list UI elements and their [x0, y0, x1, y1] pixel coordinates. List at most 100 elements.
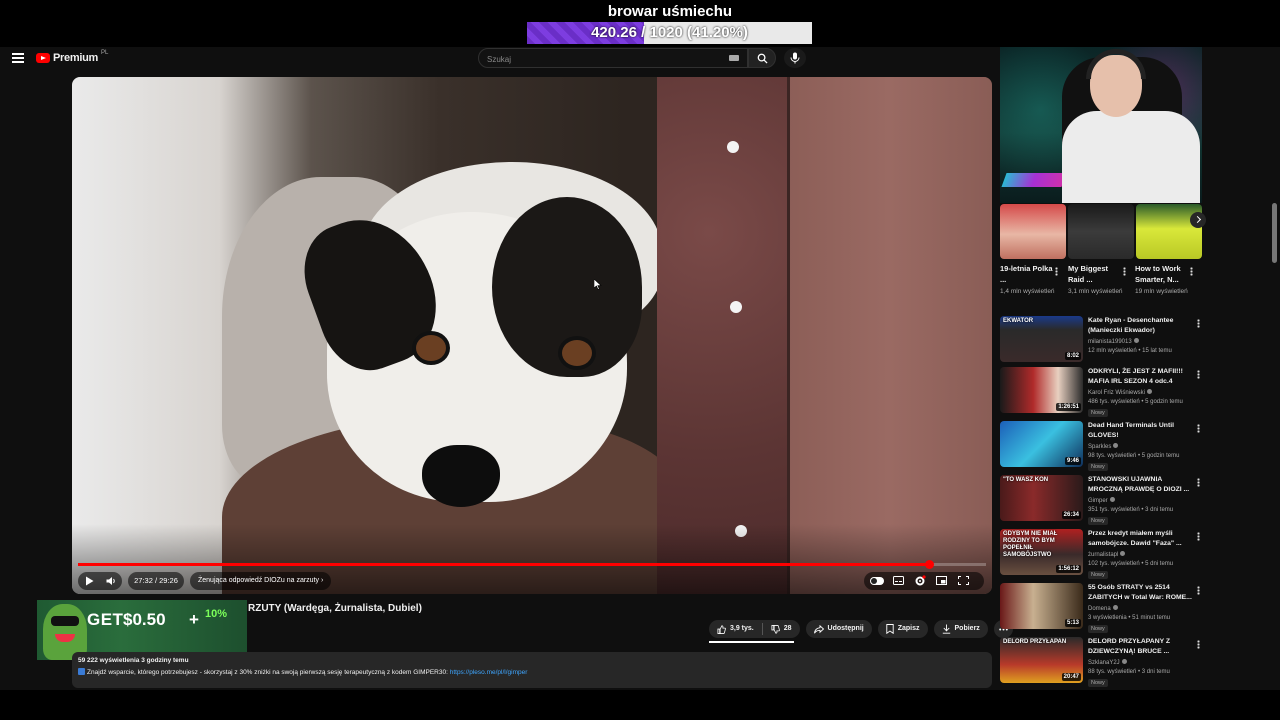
- short-title[interactable]: My Biggest Raid ...: [1068, 263, 1126, 285]
- more-vert-icon[interactable]: [1197, 586, 1200, 595]
- like-button[interactable]: 3,9 tys.: [709, 620, 762, 638]
- recommended-video[interactable]: 5:13 55 Osób STRATY vs 2514 ZABITYCH w To…: [1000, 583, 1210, 635]
- webcam-keyboard: [1001, 173, 1067, 187]
- keyboard-icon[interactable]: [729, 55, 739, 61]
- short-title[interactable]: 19-letnia Polka ...: [1000, 263, 1058, 285]
- fullscreen-icon[interactable]: [958, 576, 969, 585]
- video-meta: 98 tys. wyświetleń • 5 godzin temu: [1088, 453, 1180, 459]
- search-icon: [757, 53, 768, 64]
- video-duration: 9:46: [1064, 457, 1081, 465]
- volume-icon[interactable]: [106, 576, 117, 586]
- channel-name-text: Gimper: [1088, 498, 1108, 504]
- more-vert-icon[interactable]: [1123, 267, 1126, 276]
- video-title: RZUTY (Wardęga, Żurnalista, Dubiel): [248, 603, 422, 614]
- video-thumbnail[interactable]: 5:13: [1000, 583, 1083, 629]
- search-button[interactable]: [748, 48, 776, 68]
- more-vert-icon[interactable]: [1190, 267, 1193, 276]
- video-thumbnail[interactable]: "TO WASZ KON 26:34: [1000, 475, 1083, 521]
- description-text: Znajdź wsparcie, którego potrzebujesz - …: [78, 668, 527, 676]
- screen: browar uśmiechu 420.26 / 1020 (41.20%) P…: [0, 0, 1280, 720]
- recommended-video[interactable]: 9:46 Dead Hand Terminals Until GLOVES! Spa…: [1000, 421, 1210, 473]
- video-title[interactable]: STANOWSKI UJAWNIA MROCZNĄ PRAWDĘ O DIOZI…: [1088, 475, 1198, 494]
- thumbs-down-icon: [771, 624, 780, 634]
- video-progress-scrubber[interactable]: [924, 560, 934, 569]
- video-title[interactable]: Dead Hand Terminals Until GLOVES!: [1088, 421, 1198, 440]
- settings-gear-icon[interactable]: [914, 575, 926, 587]
- short-thumbnail[interactable]: [1136, 204, 1202, 259]
- more-vert-icon[interactable]: [1197, 532, 1200, 541]
- overlay-progress-text: 420.26 / 1020 (41.20%): [591, 24, 748, 41]
- description-body: Znajdź wsparcie, którego potrzebujesz - …: [87, 669, 450, 676]
- dislike-count: 28: [783, 625, 792, 632]
- ad-overlay[interactable]: GET $0.50 + 10%: [37, 600, 247, 660]
- verified-icon: [1147, 389, 1153, 394]
- play-icon[interactable]: [85, 576, 94, 586]
- thumbnail-text: GDYBYM NIE MIAŁ RODZINY TO BYM POPEŁNIŁ …: [1003, 531, 1058, 558]
- chapter-title-button[interactable]: Żenująca odpowiedź DIOZu na zarzuty ›: [190, 572, 332, 590]
- video-thumbnail[interactable]: GDYBYM NIE MIAŁ RODZINY TO BYM POPEŁNIŁ …: [1000, 529, 1083, 575]
- description-box[interactable]: 59 222 wyświetlenia 3 godziny temu Znajd…: [72, 652, 992, 688]
- video-duration: 1:56:12: [1056, 565, 1081, 573]
- download-label: Pobierz: [954, 625, 980, 632]
- short-thumbnail[interactable]: [1000, 204, 1066, 259]
- video-player[interactable]: 27:32 / 29:26 Żenująca odpowiedź DIOZu n…: [72, 77, 992, 594]
- video-progress-played: [78, 563, 929, 566]
- video-title[interactable]: Kate Ryan - Desenchantee (Manieczki Ekwa…: [1088, 316, 1198, 335]
- video-thumbnail[interactable]: 1:26:51: [1000, 367, 1083, 413]
- channel-name[interactable]: Karol Friz Wiśniewski: [1088, 389, 1153, 396]
- shorts-next-button[interactable]: [1190, 212, 1206, 228]
- video-duration: 20:47: [1061, 673, 1081, 681]
- more-vert-icon[interactable]: [1197, 640, 1200, 649]
- more-vert-icon[interactable]: [1197, 319, 1200, 328]
- views-meta: 59 222 wyświetlenia 3 godziny temu: [78, 657, 189, 664]
- channel-name[interactable]: żurnalistapl: [1088, 551, 1126, 558]
- video-thumbnail[interactable]: EKWATOR 8:02: [1000, 316, 1083, 362]
- more-vert-icon[interactable]: [1055, 267, 1058, 276]
- recommended-video[interactable]: GDYBYM NIE MIAŁ RODZINY TO BYM POPEŁNIŁ …: [1000, 529, 1210, 581]
- more-vert-icon[interactable]: [1197, 370, 1200, 379]
- video-progress-bar[interactable]: [78, 560, 986, 569]
- miniplayer-icon[interactable]: [936, 576, 947, 585]
- channel-name-text: milanista199013: [1088, 339, 1132, 345]
- short-thumbnail[interactable]: [1068, 204, 1134, 259]
- channel-name[interactable]: Sparkles: [1088, 443, 1119, 450]
- scrollbar[interactable]: [1272, 203, 1277, 263]
- channel-name[interactable]: milanista199013: [1088, 338, 1139, 345]
- voice-search-button[interactable]: [784, 48, 806, 68]
- video-title[interactable]: DELORD PRZYŁAPANY Z DZIEWCZYNĄ! BRUCE ..…: [1088, 637, 1198, 656]
- microphone-icon: [790, 52, 800, 64]
- youtube-premium-logo[interactable]: Premium PL: [36, 50, 108, 64]
- channel-name[interactable]: SzklanaY2J: [1088, 659, 1127, 666]
- channel-name[interactable]: Gimper: [1088, 497, 1115, 504]
- video-title[interactable]: Przez kredyt miałem myśli samobójcze. Da…: [1088, 529, 1198, 548]
- recommended-video[interactable]: EKWATOR 8:02 Kate Ryan - Desenchantee (Man…: [1000, 316, 1210, 368]
- save-button[interactable]: Zapisz: [877, 620, 928, 638]
- new-badge: Nowy: [1088, 571, 1108, 579]
- hamburger-menu-icon[interactable]: [12, 53, 24, 63]
- more-vert-icon[interactable]: [1197, 478, 1200, 487]
- more-vert-icon[interactable]: [1197, 424, 1200, 433]
- video-title[interactable]: ODKRYLI, ŻE JEST Z MAFII!!! MAFIA IRL SE…: [1088, 367, 1198, 386]
- download-button[interactable]: Pobierz: [933, 620, 988, 638]
- video-duration: 5:13: [1064, 619, 1081, 627]
- video-dog-eye-left: [416, 335, 446, 361]
- channel-name-text: Karol Friz Wiśniewski: [1088, 390, 1146, 396]
- recommended-video[interactable]: 1:26:51 ODKRYLI, ŻE JEST Z MAFII!!! MAFIA…: [1000, 367, 1210, 419]
- share-button[interactable]: Udostępnij: [805, 620, 872, 638]
- recommended-video[interactable]: "TO WASZ KON 26:34 STANOWSKI UJAWNIA MROCZ…: [1000, 475, 1210, 527]
- channel-name[interactable]: Domena: [1088, 605, 1118, 612]
- autoplay-toggle-icon[interactable]: [870, 577, 884, 585]
- dislike-button[interactable]: 28: [763, 620, 800, 638]
- recommended-video[interactable]: DELORD PRZYŁAPAN 20:47 DELORD PRZYŁAPANY Z…: [1000, 637, 1210, 689]
- download-icon: [942, 624, 950, 634]
- video-meta: 12 mln wyświetleń • 15 lat temu: [1088, 348, 1172, 354]
- channel-name-text: żurnalistapl: [1088, 552, 1119, 558]
- video-thumbnail[interactable]: DELORD PRZYŁAPAN 20:47: [1000, 637, 1083, 683]
- description-link[interactable]: https://pleso.me/pl/l/gimper: [450, 669, 528, 676]
- subtitles-icon[interactable]: [893, 576, 904, 585]
- short-title[interactable]: How to Work Smarter, N...: [1135, 263, 1193, 285]
- webcam-streamer-body: [1062, 111, 1200, 203]
- search-input[interactable]: [479, 50, 719, 69]
- video-thumbnail[interactable]: 9:46: [1000, 421, 1083, 467]
- video-title[interactable]: 55 Osób STRATY vs 2514 ZABITYCH w Total …: [1088, 583, 1198, 602]
